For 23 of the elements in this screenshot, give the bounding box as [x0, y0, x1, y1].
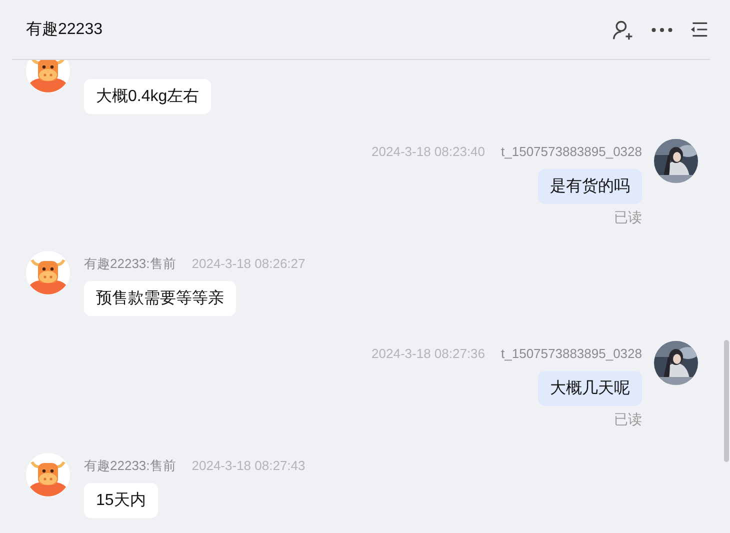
message-bubble: 大概几天呢: [538, 371, 642, 406]
message-time: 2024-3-18 08:27:43: [192, 458, 306, 474]
message-time: 2024-3-18 08:27:36: [372, 346, 486, 362]
sender-name: 有趣22233:售前: [84, 458, 176, 474]
read-status: 已读: [614, 208, 642, 226]
sender-name: 有趣22233:售前: [84, 256, 176, 272]
message-bubble: 大概0.4kg左右: [84, 79, 212, 114]
message-bubble: 是有货的吗: [538, 169, 642, 204]
bull-avatar-icon[interactable]: [26, 251, 70, 295]
scrollbar-thumb[interactable]: [724, 340, 729, 462]
message-time: 2024-3-18 08:23:40: [372, 144, 486, 160]
add-contact-icon[interactable]: [612, 18, 634, 40]
sender-name: t_1507573883895_0328: [501, 346, 642, 362]
message-time: 2024-3-18 08:26:27: [192, 256, 306, 272]
read-status: 已读: [614, 410, 642, 428]
message-bubble: 预售款需要等等亲: [84, 281, 236, 316]
more-icon[interactable]: [651, 26, 673, 34]
bull-avatar-icon[interactable]: [26, 60, 70, 93]
sender-name: t_1507573883895_0328: [501, 144, 642, 160]
menu-icon[interactable]: [690, 21, 708, 38]
chat-title: 有趣22233: [26, 20, 102, 40]
bull-avatar-icon[interactable]: [26, 453, 70, 497]
message-bubble: 15天内: [84, 483, 158, 518]
